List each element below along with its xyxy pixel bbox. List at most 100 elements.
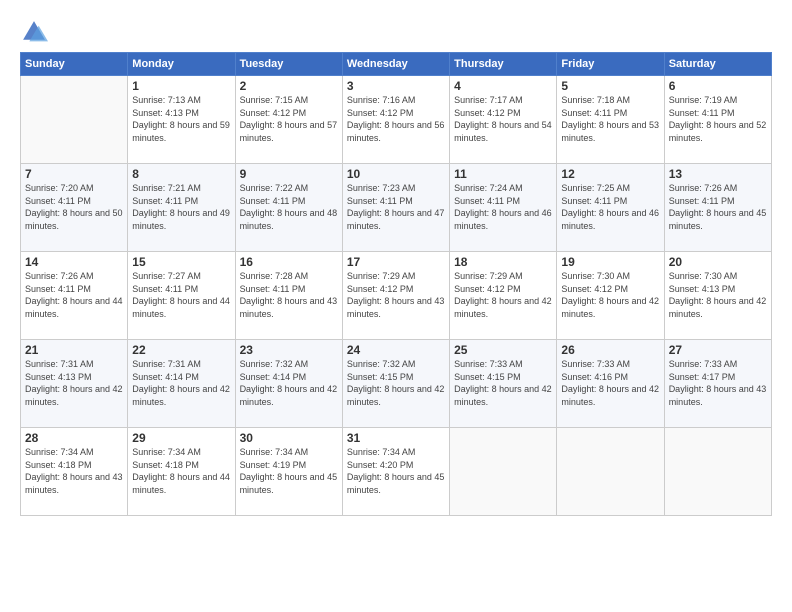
calendar-body: 1Sunrise: 7:13 AMSunset: 4:13 PMDaylight… xyxy=(21,76,772,516)
day-number: 16 xyxy=(240,255,338,269)
logo-icon xyxy=(20,18,48,46)
day-cell: 27Sunrise: 7:33 AMSunset: 4:17 PMDayligh… xyxy=(664,340,771,428)
day-info: Sunrise: 7:22 AMSunset: 4:11 PMDaylight:… xyxy=(240,182,338,232)
day-cell: 12Sunrise: 7:25 AMSunset: 4:11 PMDayligh… xyxy=(557,164,664,252)
day-cell: 31Sunrise: 7:34 AMSunset: 4:20 PMDayligh… xyxy=(342,428,449,516)
day-cell xyxy=(450,428,557,516)
day-info: Sunrise: 7:34 AMSunset: 4:18 PMDaylight:… xyxy=(132,446,230,496)
day-cell: 22Sunrise: 7:31 AMSunset: 4:14 PMDayligh… xyxy=(128,340,235,428)
day-cell: 17Sunrise: 7:29 AMSunset: 4:12 PMDayligh… xyxy=(342,252,449,340)
day-cell: 19Sunrise: 7:30 AMSunset: 4:12 PMDayligh… xyxy=(557,252,664,340)
day-number: 29 xyxy=(132,431,230,445)
day-cell: 11Sunrise: 7:24 AMSunset: 4:11 PMDayligh… xyxy=(450,164,557,252)
day-cell: 1Sunrise: 7:13 AMSunset: 4:13 PMDaylight… xyxy=(128,76,235,164)
day-info: Sunrise: 7:29 AMSunset: 4:12 PMDaylight:… xyxy=(347,270,445,320)
day-cell: 6Sunrise: 7:19 AMSunset: 4:11 PMDaylight… xyxy=(664,76,771,164)
day-number: 17 xyxy=(347,255,445,269)
day-cell: 13Sunrise: 7:26 AMSunset: 4:11 PMDayligh… xyxy=(664,164,771,252)
day-info: Sunrise: 7:15 AMSunset: 4:12 PMDaylight:… xyxy=(240,94,338,144)
day-info: Sunrise: 7:18 AMSunset: 4:11 PMDaylight:… xyxy=(561,94,659,144)
day-cell: 8Sunrise: 7:21 AMSunset: 4:11 PMDaylight… xyxy=(128,164,235,252)
day-number: 18 xyxy=(454,255,552,269)
day-info: Sunrise: 7:34 AMSunset: 4:18 PMDaylight:… xyxy=(25,446,123,496)
day-cell: 28Sunrise: 7:34 AMSunset: 4:18 PMDayligh… xyxy=(21,428,128,516)
week-row-2: 14Sunrise: 7:26 AMSunset: 4:11 PMDayligh… xyxy=(21,252,772,340)
day-info: Sunrise: 7:16 AMSunset: 4:12 PMDaylight:… xyxy=(347,94,445,144)
day-number: 22 xyxy=(132,343,230,357)
day-number: 4 xyxy=(454,79,552,93)
day-number: 28 xyxy=(25,431,123,445)
day-info: Sunrise: 7:33 AMSunset: 4:16 PMDaylight:… xyxy=(561,358,659,408)
day-info: Sunrise: 7:13 AMSunset: 4:13 PMDaylight:… xyxy=(132,94,230,144)
header xyxy=(20,18,772,46)
day-cell: 29Sunrise: 7:34 AMSunset: 4:18 PMDayligh… xyxy=(128,428,235,516)
day-number: 12 xyxy=(561,167,659,181)
day-cell: 24Sunrise: 7:32 AMSunset: 4:15 PMDayligh… xyxy=(342,340,449,428)
header-cell-monday: Monday xyxy=(128,53,235,76)
day-info: Sunrise: 7:26 AMSunset: 4:11 PMDaylight:… xyxy=(669,182,767,232)
day-cell xyxy=(664,428,771,516)
day-info: Sunrise: 7:17 AMSunset: 4:12 PMDaylight:… xyxy=(454,94,552,144)
header-row: SundayMondayTuesdayWednesdayThursdayFrid… xyxy=(21,53,772,76)
day-number: 14 xyxy=(25,255,123,269)
logo xyxy=(20,18,52,46)
day-info: Sunrise: 7:31 AMSunset: 4:13 PMDaylight:… xyxy=(25,358,123,408)
day-info: Sunrise: 7:30 AMSunset: 4:12 PMDaylight:… xyxy=(561,270,659,320)
day-info: Sunrise: 7:34 AMSunset: 4:20 PMDaylight:… xyxy=(347,446,445,496)
day-info: Sunrise: 7:32 AMSunset: 4:14 PMDaylight:… xyxy=(240,358,338,408)
day-info: Sunrise: 7:25 AMSunset: 4:11 PMDaylight:… xyxy=(561,182,659,232)
day-info: Sunrise: 7:33 AMSunset: 4:15 PMDaylight:… xyxy=(454,358,552,408)
day-info: Sunrise: 7:29 AMSunset: 4:12 PMDaylight:… xyxy=(454,270,552,320)
day-info: Sunrise: 7:26 AMSunset: 4:11 PMDaylight:… xyxy=(25,270,123,320)
day-number: 26 xyxy=(561,343,659,357)
day-number: 10 xyxy=(347,167,445,181)
day-cell: 15Sunrise: 7:27 AMSunset: 4:11 PMDayligh… xyxy=(128,252,235,340)
day-number: 30 xyxy=(240,431,338,445)
page: SundayMondayTuesdayWednesdayThursdayFrid… xyxy=(0,0,792,612)
day-info: Sunrise: 7:31 AMSunset: 4:14 PMDaylight:… xyxy=(132,358,230,408)
day-number: 25 xyxy=(454,343,552,357)
day-number: 7 xyxy=(25,167,123,181)
day-info: Sunrise: 7:34 AMSunset: 4:19 PMDaylight:… xyxy=(240,446,338,496)
day-number: 1 xyxy=(132,79,230,93)
day-cell: 21Sunrise: 7:31 AMSunset: 4:13 PMDayligh… xyxy=(21,340,128,428)
day-info: Sunrise: 7:30 AMSunset: 4:13 PMDaylight:… xyxy=(669,270,767,320)
week-row-0: 1Sunrise: 7:13 AMSunset: 4:13 PMDaylight… xyxy=(21,76,772,164)
day-number: 31 xyxy=(347,431,445,445)
day-number: 9 xyxy=(240,167,338,181)
day-number: 23 xyxy=(240,343,338,357)
day-cell: 25Sunrise: 7:33 AMSunset: 4:15 PMDayligh… xyxy=(450,340,557,428)
day-info: Sunrise: 7:20 AMSunset: 4:11 PMDaylight:… xyxy=(25,182,123,232)
day-cell: 4Sunrise: 7:17 AMSunset: 4:12 PMDaylight… xyxy=(450,76,557,164)
day-cell: 14Sunrise: 7:26 AMSunset: 4:11 PMDayligh… xyxy=(21,252,128,340)
day-info: Sunrise: 7:19 AMSunset: 4:11 PMDaylight:… xyxy=(669,94,767,144)
header-cell-friday: Friday xyxy=(557,53,664,76)
day-number: 21 xyxy=(25,343,123,357)
week-row-3: 21Sunrise: 7:31 AMSunset: 4:13 PMDayligh… xyxy=(21,340,772,428)
day-cell: 16Sunrise: 7:28 AMSunset: 4:11 PMDayligh… xyxy=(235,252,342,340)
calendar-table: SundayMondayTuesdayWednesdayThursdayFrid… xyxy=(20,52,772,516)
day-number: 13 xyxy=(669,167,767,181)
day-cell xyxy=(21,76,128,164)
day-cell: 20Sunrise: 7:30 AMSunset: 4:13 PMDayligh… xyxy=(664,252,771,340)
day-cell xyxy=(557,428,664,516)
day-cell: 18Sunrise: 7:29 AMSunset: 4:12 PMDayligh… xyxy=(450,252,557,340)
day-number: 27 xyxy=(669,343,767,357)
header-cell-wednesday: Wednesday xyxy=(342,53,449,76)
day-cell: 2Sunrise: 7:15 AMSunset: 4:12 PMDaylight… xyxy=(235,76,342,164)
day-number: 15 xyxy=(132,255,230,269)
day-cell: 30Sunrise: 7:34 AMSunset: 4:19 PMDayligh… xyxy=(235,428,342,516)
day-number: 20 xyxy=(669,255,767,269)
calendar-header: SundayMondayTuesdayWednesdayThursdayFrid… xyxy=(21,53,772,76)
header-cell-thursday: Thursday xyxy=(450,53,557,76)
day-info: Sunrise: 7:24 AMSunset: 4:11 PMDaylight:… xyxy=(454,182,552,232)
day-number: 24 xyxy=(347,343,445,357)
day-info: Sunrise: 7:28 AMSunset: 4:11 PMDaylight:… xyxy=(240,270,338,320)
day-number: 11 xyxy=(454,167,552,181)
day-number: 3 xyxy=(347,79,445,93)
header-cell-tuesday: Tuesday xyxy=(235,53,342,76)
day-cell: 9Sunrise: 7:22 AMSunset: 4:11 PMDaylight… xyxy=(235,164,342,252)
day-info: Sunrise: 7:32 AMSunset: 4:15 PMDaylight:… xyxy=(347,358,445,408)
day-cell: 7Sunrise: 7:20 AMSunset: 4:11 PMDaylight… xyxy=(21,164,128,252)
day-cell: 10Sunrise: 7:23 AMSunset: 4:11 PMDayligh… xyxy=(342,164,449,252)
